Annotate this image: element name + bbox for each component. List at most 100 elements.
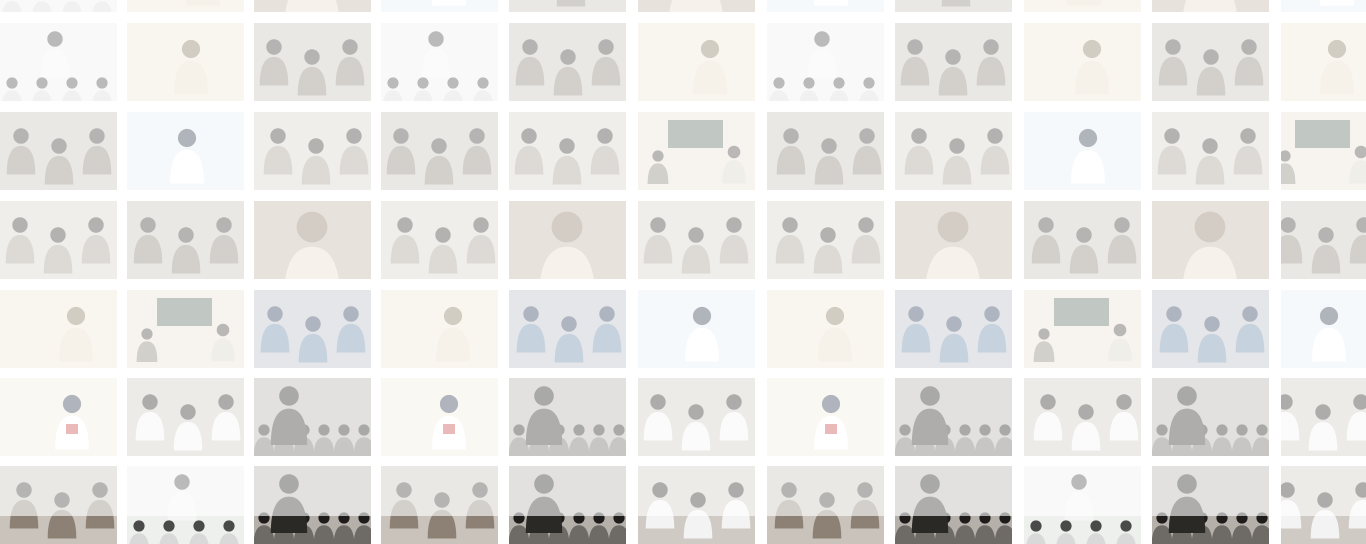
- photo-thumbnail[interactable]: [0, 23, 117, 101]
- photo-image: [127, 201, 244, 279]
- photo-thumbnail[interactable]: [254, 378, 371, 456]
- photo-thumbnail[interactable]: [767, 201, 884, 279]
- photo-image: [1281, 378, 1366, 456]
- photo-thumbnail[interactable]: [1281, 112, 1366, 190]
- photo-thumbnail[interactable]: [254, 23, 371, 101]
- photo-thumbnail[interactable]: [381, 112, 498, 190]
- photo-thumbnail[interactable]: [127, 0, 244, 12]
- photo-thumbnail[interactable]: [127, 290, 244, 368]
- photo-thumbnail[interactable]: [127, 466, 244, 544]
- photo-image: [254, 0, 371, 12]
- photo-thumbnail[interactable]: [254, 201, 371, 279]
- photo-image: [381, 290, 498, 368]
- photo-thumbnail[interactable]: [509, 466, 626, 544]
- photo-thumbnail[interactable]: [1024, 290, 1141, 368]
- photo-thumbnail[interactable]: [895, 466, 1012, 544]
- photo-thumbnail[interactable]: [767, 466, 884, 544]
- photo-thumbnail[interactable]: [127, 112, 244, 190]
- photo-thumbnail[interactable]: [1152, 378, 1269, 456]
- photo-image: [638, 112, 755, 190]
- photo-image: [127, 0, 244, 12]
- photo-thumbnail[interactable]: [638, 23, 755, 101]
- photo-image: [1281, 201, 1366, 279]
- photo-image: [895, 0, 1012, 12]
- photo-thumbnail[interactable]: [1281, 378, 1366, 456]
- photo-thumbnail[interactable]: [1024, 0, 1141, 12]
- photo-thumbnail[interactable]: [381, 466, 498, 544]
- photo-thumbnail[interactable]: [1024, 23, 1141, 101]
- photo-thumbnail[interactable]: [509, 0, 626, 12]
- photo-thumbnail[interactable]: [127, 201, 244, 279]
- photo-thumbnail[interactable]: [1152, 112, 1269, 190]
- photo-thumbnail[interactable]: [895, 23, 1012, 101]
- photo-image: [127, 23, 244, 101]
- photo-image: [127, 290, 244, 368]
- photo-thumbnail[interactable]: [0, 290, 117, 368]
- photo-thumbnail[interactable]: [1281, 23, 1366, 101]
- photo-thumbnail[interactable]: [1152, 23, 1269, 101]
- photo-thumbnail[interactable]: [1281, 290, 1366, 368]
- photo-thumbnail[interactable]: [381, 23, 498, 101]
- photo-image: [638, 201, 755, 279]
- photo-thumbnail[interactable]: [1024, 466, 1141, 544]
- photo-image: [638, 290, 755, 368]
- photo-thumbnail[interactable]: [638, 201, 755, 279]
- photo-thumbnail[interactable]: [0, 201, 117, 279]
- photo-thumbnail[interactable]: [254, 466, 371, 544]
- photo-image: [895, 201, 1012, 279]
- photo-thumbnail[interactable]: [638, 112, 755, 190]
- photo-thumbnail[interactable]: [1024, 378, 1141, 456]
- photo-thumbnail[interactable]: [509, 201, 626, 279]
- photo-thumbnail[interactable]: [381, 201, 498, 279]
- photo-image: [1152, 290, 1269, 368]
- photo-image: [381, 466, 498, 544]
- photo-image: [381, 23, 498, 101]
- photo-thumbnail[interactable]: [1281, 466, 1366, 544]
- photo-thumbnail[interactable]: [895, 112, 1012, 190]
- photo-thumbnail[interactable]: [638, 290, 755, 368]
- photo-thumbnail[interactable]: [1024, 112, 1141, 190]
- photo-thumbnail[interactable]: [254, 290, 371, 368]
- photo-thumbnail[interactable]: [0, 0, 117, 12]
- photo-image: [638, 466, 755, 544]
- photo-thumbnail[interactable]: [895, 378, 1012, 456]
- photo-thumbnail[interactable]: [767, 23, 884, 101]
- photo-thumbnail[interactable]: [127, 23, 244, 101]
- photo-thumbnail[interactable]: [381, 290, 498, 368]
- photo-thumbnail[interactable]: [895, 290, 1012, 368]
- photo-image: [381, 201, 498, 279]
- photo-thumbnail[interactable]: [895, 0, 1012, 12]
- photo-thumbnail[interactable]: [254, 0, 371, 12]
- photo-thumbnail[interactable]: [638, 378, 755, 456]
- photo-image: [509, 378, 626, 456]
- photo-thumbnail[interactable]: [127, 378, 244, 456]
- photo-thumbnail[interactable]: [0, 112, 117, 190]
- photo-thumbnail[interactable]: [1281, 0, 1366, 12]
- photo-thumbnail[interactable]: [0, 378, 117, 456]
- photo-thumbnail[interactable]: [767, 0, 884, 12]
- photo-thumbnail[interactable]: [1152, 290, 1269, 368]
- photo-thumbnail[interactable]: [895, 201, 1012, 279]
- photo-thumbnail[interactable]: [1024, 201, 1141, 279]
- photo-thumbnail[interactable]: [767, 290, 884, 368]
- photo-image: [381, 378, 498, 456]
- photo-thumbnail[interactable]: [254, 112, 371, 190]
- photo-thumbnail[interactable]: [638, 466, 755, 544]
- photo-thumbnail[interactable]: [509, 112, 626, 190]
- photo-thumbnail[interactable]: [767, 112, 884, 190]
- photo-thumbnail[interactable]: [381, 0, 498, 12]
- photo-thumbnail[interactable]: [381, 378, 498, 456]
- photo-thumbnail[interactable]: [509, 378, 626, 456]
- photo-thumbnail[interactable]: [1152, 201, 1269, 279]
- photo-thumbnail[interactable]: [1152, 466, 1269, 544]
- photo-thumbnail[interactable]: [767, 378, 884, 456]
- photo-thumbnail[interactable]: [509, 23, 626, 101]
- photo-thumbnail[interactable]: [1152, 0, 1269, 12]
- photo-thumbnail[interactable]: [0, 466, 117, 544]
- photo-thumbnail[interactable]: [638, 0, 755, 12]
- photo-image: [767, 378, 884, 456]
- photo-thumbnail[interactable]: [1281, 201, 1366, 279]
- photo-image: [509, 0, 626, 12]
- photo-thumbnail[interactable]: [509, 290, 626, 368]
- photo-image: [509, 201, 626, 279]
